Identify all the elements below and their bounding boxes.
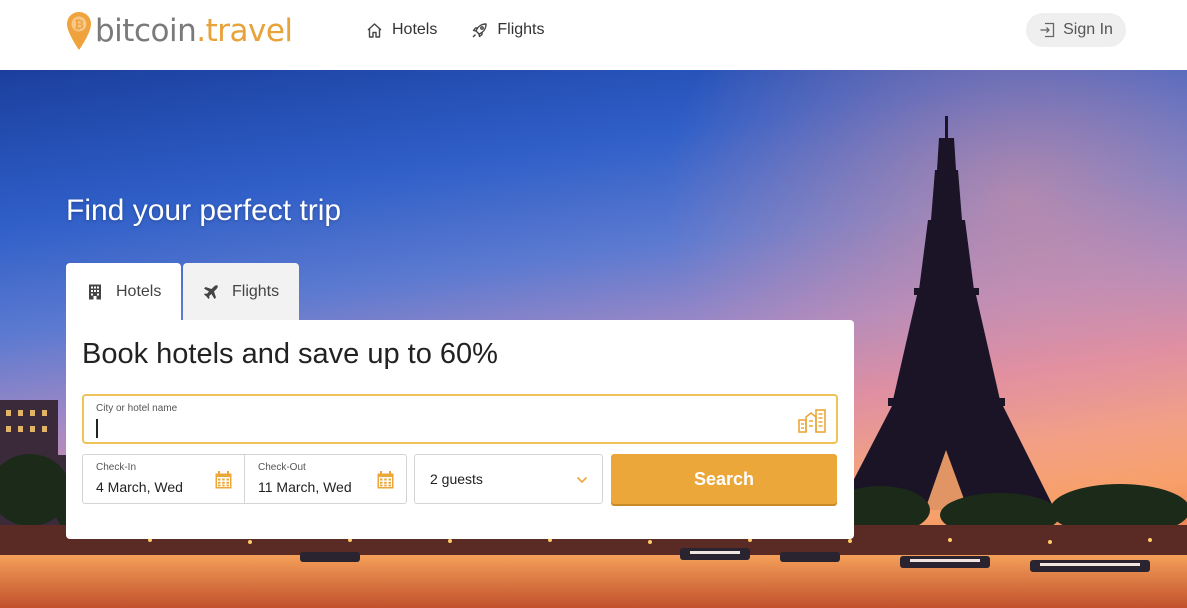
home-icon — [367, 22, 382, 38]
checkin-label: Check-In — [96, 462, 137, 473]
panel-title: Book hotels and save up to 60% — [82, 338, 498, 370]
bitcoin-pin-icon: ₿ — [67, 12, 91, 50]
checkin-value: 4 March, Wed — [96, 479, 183, 495]
sign-in-label: Sign In — [1063, 21, 1113, 38]
calendar-icon — [377, 471, 394, 489]
hero-section: Find your perfect trip Hotels Flights Bo… — [0, 70, 1187, 608]
hotel-search-panel: Book hotels and save up to 60% City or h… — [66, 320, 854, 539]
rocket-icon — [472, 22, 488, 37]
city-search-input[interactable]: City or hotel name — [82, 394, 838, 444]
main-nav: Hotels Flights — [366, 18, 578, 42]
city-buildings-icon — [798, 409, 826, 433]
hero-title: Find your perfect trip — [66, 194, 342, 227]
plane-icon — [204, 285, 218, 299]
tab-flights[interactable]: Flights — [183, 263, 299, 321]
nav-flights-label: Flights — [497, 21, 545, 38]
tab-flights-label: Flights — [232, 283, 280, 300]
logo-dot: . — [196, 13, 206, 49]
sign-in-button[interactable]: Sign In — [1026, 13, 1126, 47]
tab-hotels-label: Hotels — [116, 283, 162, 300]
site-header: ₿ bitcoin.travel Hotels Flights Sign In — [0, 0, 1187, 70]
checkout-label: Check-Out — [258, 462, 306, 473]
site-logo[interactable]: ₿ bitcoin.travel — [66, 11, 293, 51]
search-button[interactable]: Search — [611, 454, 837, 504]
building-icon — [89, 284, 101, 300]
chevron-down-icon — [576, 476, 588, 484]
sign-in-icon — [1040, 22, 1055, 38]
calendar-icon — [215, 471, 232, 489]
nav-hotels-label: Hotels — [392, 21, 438, 38]
city-field-label: City or hotel name — [96, 403, 178, 414]
guests-value: 2 guests — [430, 471, 483, 487]
text-caret — [96, 419, 98, 438]
nav-flights[interactable]: Flights — [471, 18, 544, 42]
svg-text:₿: ₿ — [74, 18, 84, 32]
checkout-value: 11 March, Wed — [258, 479, 352, 495]
eiffel-tower — [838, 116, 1055, 510]
tab-hotels[interactable]: Hotels — [66, 263, 181, 321]
logo-text: bitcoin.travel — [95, 11, 293, 51]
logo-word: bitcoin — [95, 13, 197, 49]
checkout-date-field[interactable]: Check-Out 11 March, Wed — [244, 454, 407, 504]
nav-hotels[interactable]: Hotels — [366, 18, 437, 42]
guests-select[interactable]: 2 guests — [414, 454, 603, 504]
checkin-date-field[interactable]: Check-In 4 March, Wed — [82, 454, 245, 504]
logo-tld: travel — [205, 13, 293, 49]
